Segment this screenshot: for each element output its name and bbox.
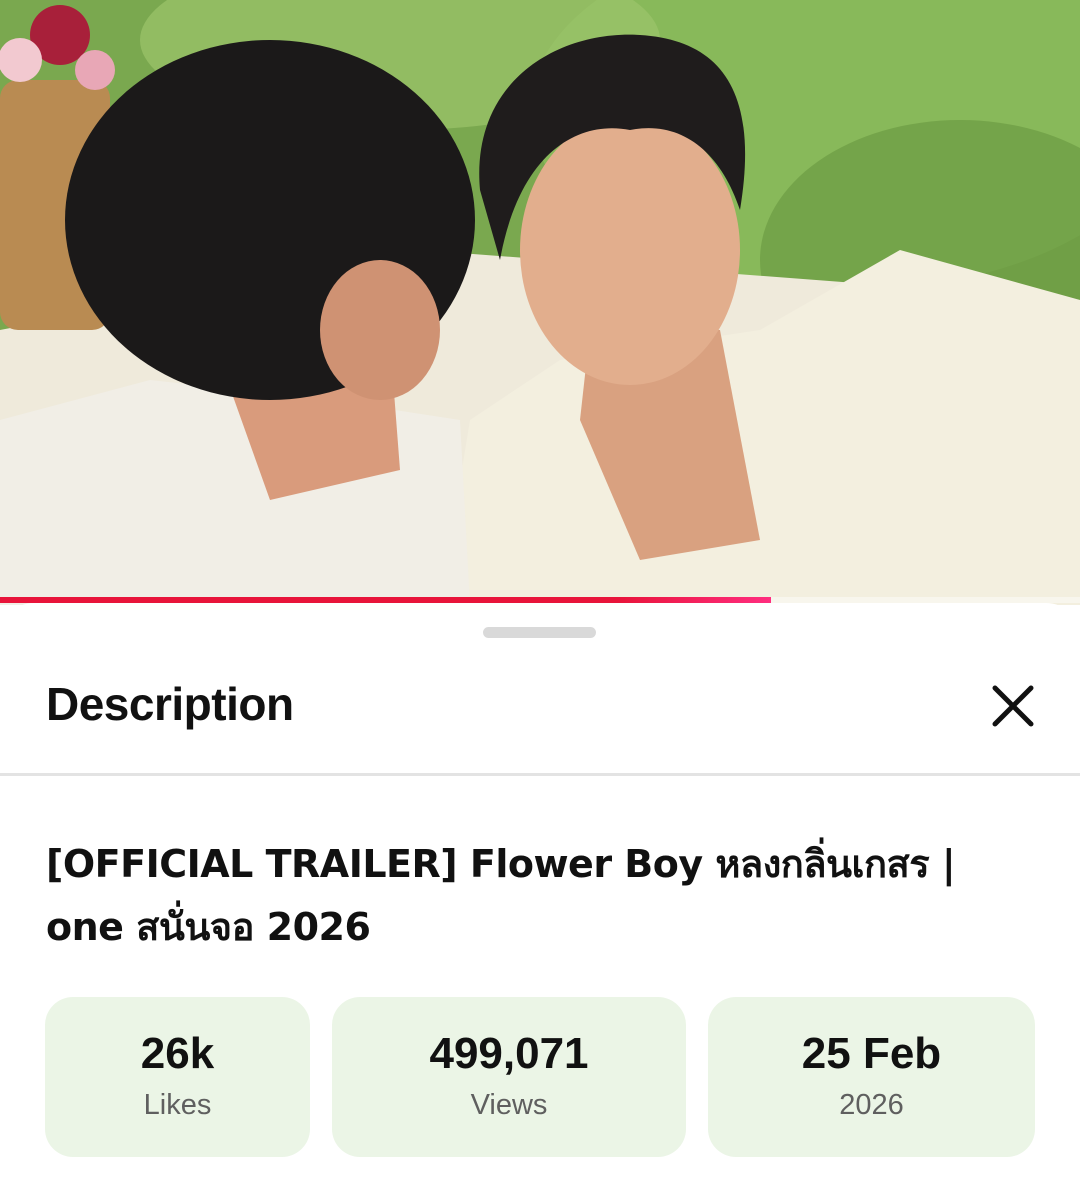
date-year-label: 2026	[839, 1089, 904, 1121]
likes-value: 26k	[140, 1029, 215, 1078]
video-player[interactable]	[0, 0, 1080, 605]
close-button[interactable]	[980, 673, 1046, 739]
views-stat-card: 499,071 Views	[332, 997, 686, 1157]
date-stat-card: 25 Feb 2026	[708, 997, 1035, 1157]
likes-label: Likes	[143, 1089, 212, 1121]
video-thumbnail	[0, 0, 1080, 605]
views-label: Views	[470, 1089, 548, 1121]
views-value: 499,071	[429, 1029, 589, 1078]
divider	[0, 773, 1080, 776]
drag-handle[interactable]	[483, 627, 596, 638]
stats-row: 26k Likes 499,071 Views 25 Feb 2026	[45, 997, 1035, 1157]
description-sheet: Description [OFFICIAL TRAILER] Flower Bo…	[0, 603, 1080, 1185]
sheet-title: Description	[46, 678, 294, 730]
video-title: [OFFICIAL TRAILER] Flower Boy หลงกลิ่นเก…	[46, 842, 956, 949]
likes-stat-card: 26k Likes	[45, 997, 310, 1157]
date-value: 25 Feb	[801, 1029, 942, 1078]
close-icon	[992, 685, 1034, 727]
